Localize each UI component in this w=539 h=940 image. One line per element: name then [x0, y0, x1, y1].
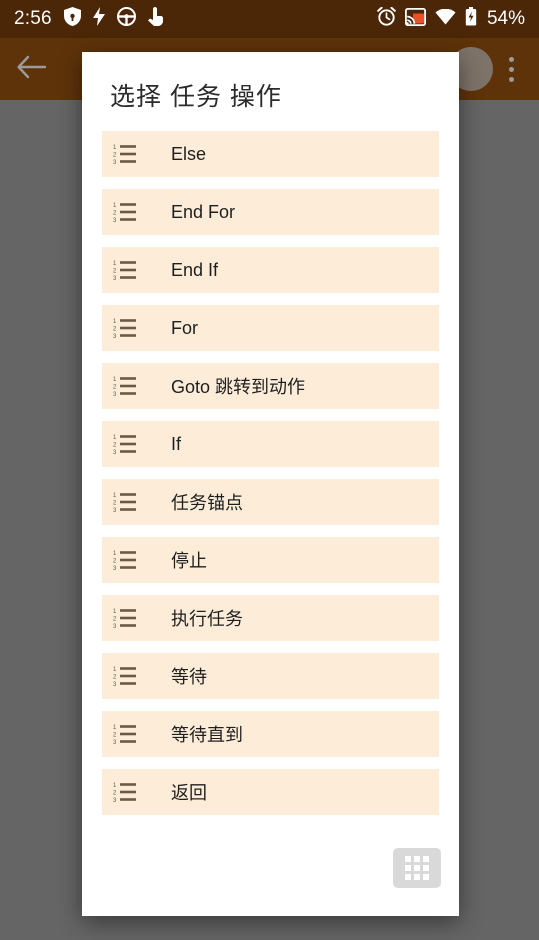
svg-text:3: 3 — [113, 334, 117, 339]
svg-text:2: 2 — [113, 327, 117, 333]
svg-text:2: 2 — [113, 617, 117, 623]
svg-text:1: 1 — [113, 435, 117, 441]
svg-text:1: 1 — [113, 145, 117, 151]
svg-text:1: 1 — [113, 319, 117, 325]
task-action-option-label: If — [171, 433, 182, 454]
grid-glyph — [405, 856, 429, 880]
svg-text:2: 2 — [113, 733, 117, 739]
svg-text:3: 3 — [113, 450, 117, 455]
phone-screen: 2:56 54% 选择 任务 操作 1 2 3 Else 1 2 3 End F… — [0, 0, 539, 940]
choose-task-action-dialog: 选择 任务 操作 1 2 3 Else 1 2 3 End For 1 2 3 End If 1 2 3 Fo… — [82, 52, 459, 916]
svg-text:3: 3 — [113, 392, 117, 397]
numbered-list-icon: 1 23 — [102, 549, 148, 571]
task-action-option-label: 等待 — [171, 667, 207, 687]
svg-text:1: 1 — [113, 377, 117, 383]
task-action-option[interactable]: 1 2 3 返回 — [102, 769, 439, 815]
task-action-option[interactable]: 1 2 3 End For — [102, 189, 439, 235]
steering-wheel-icon — [116, 7, 136, 31]
svg-text:2: 2 — [113, 385, 117, 391]
dialog-footer — [393, 848, 441, 888]
status-bar: 2:56 54% — [0, 0, 539, 38]
svg-text:3: 3 — [113, 218, 117, 223]
task-action-option-label: End If — [171, 259, 219, 280]
task-action-option-label: 停止 — [171, 551, 207, 571]
shield-icon — [63, 7, 81, 31]
svg-text:3: 3 — [113, 740, 117, 745]
svg-text:1: 1 — [113, 667, 117, 673]
svg-text:2: 2 — [113, 153, 117, 159]
task-action-option[interactable]: 1 2 3 等待 — [102, 653, 439, 699]
wifi-icon — [435, 8, 456, 30]
task-action-option-label: 等待直到 — [171, 725, 243, 745]
task-action-option-label: End For — [171, 201, 236, 222]
status-bar-right-group: 54% — [377, 6, 525, 31]
svg-text:3: 3 — [113, 682, 117, 687]
dialog-title: 选择 任务 操作 — [110, 83, 282, 111]
numbered-list-icon: 1 23 — [102, 259, 148, 281]
svg-text:2: 2 — [113, 675, 117, 681]
numbered-list-icon: 1 23 — [102, 607, 148, 629]
task-action-option-label: Goto 跳转到动作 — [171, 377, 306, 397]
task-action-option[interactable]: 1 2 3 Goto 跳转到动作 — [102, 363, 439, 409]
battery-icon — [465, 7, 477, 31]
svg-text:3: 3 — [113, 508, 117, 513]
svg-text:1: 1 — [113, 609, 117, 615]
svg-text:1: 1 — [113, 203, 117, 209]
grid-apps-icon[interactable] — [393, 848, 441, 888]
kebab-menu-icon[interactable] — [499, 56, 523, 82]
battery-percent-label: 54% — [486, 8, 525, 29]
touch-pointer-icon — [147, 7, 163, 31]
numbered-list-icon: 1 23 — [102, 723, 148, 745]
svg-text:2: 2 — [113, 443, 117, 449]
bolt-icon — [92, 7, 105, 31]
svg-text:3: 3 — [113, 798, 117, 803]
task-action-option[interactable]: 1 2 3 停止 — [102, 537, 439, 583]
svg-text:2: 2 — [113, 269, 117, 275]
numbered-list-icon: 1 23 — [102, 317, 148, 339]
numbered-list-icon: 1 23 — [102, 665, 148, 687]
alarm-clock-icon — [377, 6, 396, 31]
task-action-option[interactable]: 1 2 3 Else — [102, 131, 439, 177]
task-action-option-label: 执行任务 — [171, 609, 243, 629]
svg-text:1: 1 — [113, 725, 117, 731]
numbered-list-icon: 1 23 — [102, 375, 148, 397]
svg-text:2: 2 — [113, 211, 117, 217]
svg-text:2: 2 — [113, 501, 117, 507]
svg-text:2: 2 — [113, 559, 117, 565]
task-action-option[interactable]: 1 2 3 等待直到 — [102, 711, 439, 757]
svg-text:3: 3 — [113, 624, 117, 629]
svg-text:3: 3 — [113, 276, 117, 281]
svg-text:1: 1 — [113, 261, 117, 267]
numbered-list-icon: 1 23 — [102, 433, 148, 455]
status-clock: 2:56 — [14, 8, 52, 29]
svg-text:3: 3 — [113, 160, 117, 165]
svg-text:3: 3 — [113, 566, 117, 571]
cast-icon — [404, 7, 426, 31]
numbered-list-icon: 1 23 — [102, 491, 148, 513]
task-action-option-label: Else — [171, 143, 207, 164]
svg-text:1: 1 — [113, 783, 117, 789]
task-action-option[interactable]: 1 2 3 For — [102, 305, 439, 351]
numbered-list-icon: 1 23 — [102, 143, 148, 165]
toolbar-actions — [449, 47, 523, 91]
task-action-option-label: 任务锚点 — [171, 493, 243, 513]
back-arrow-icon[interactable] — [16, 54, 47, 85]
status-bar-left-group: 2:56 — [14, 7, 163, 31]
task-action-option[interactable]: 1 2 3 执行任务 — [102, 595, 439, 641]
task-action-option[interactable]: 1 2 3 End If — [102, 247, 439, 293]
numbered-list-icon: 1 23 — [102, 781, 148, 803]
svg-text:2: 2 — [113, 791, 117, 797]
task-action-option-list: 1 2 3 Else 1 2 3 End For 1 2 3 End If 1 2 3 For 1 2 3 Goto … — [82, 131, 459, 815]
task-action-option[interactable]: 1 2 3 If — [102, 421, 439, 467]
svg-text:1: 1 — [113, 551, 117, 557]
task-action-option-label: For — [171, 317, 198, 338]
task-action-option-label: 返回 — [171, 783, 207, 803]
svg-text:1: 1 — [113, 493, 117, 499]
task-action-option[interactable]: 1 2 3 任务锚点 — [102, 479, 439, 525]
numbered-list-icon: 1 23 — [102, 201, 148, 223]
